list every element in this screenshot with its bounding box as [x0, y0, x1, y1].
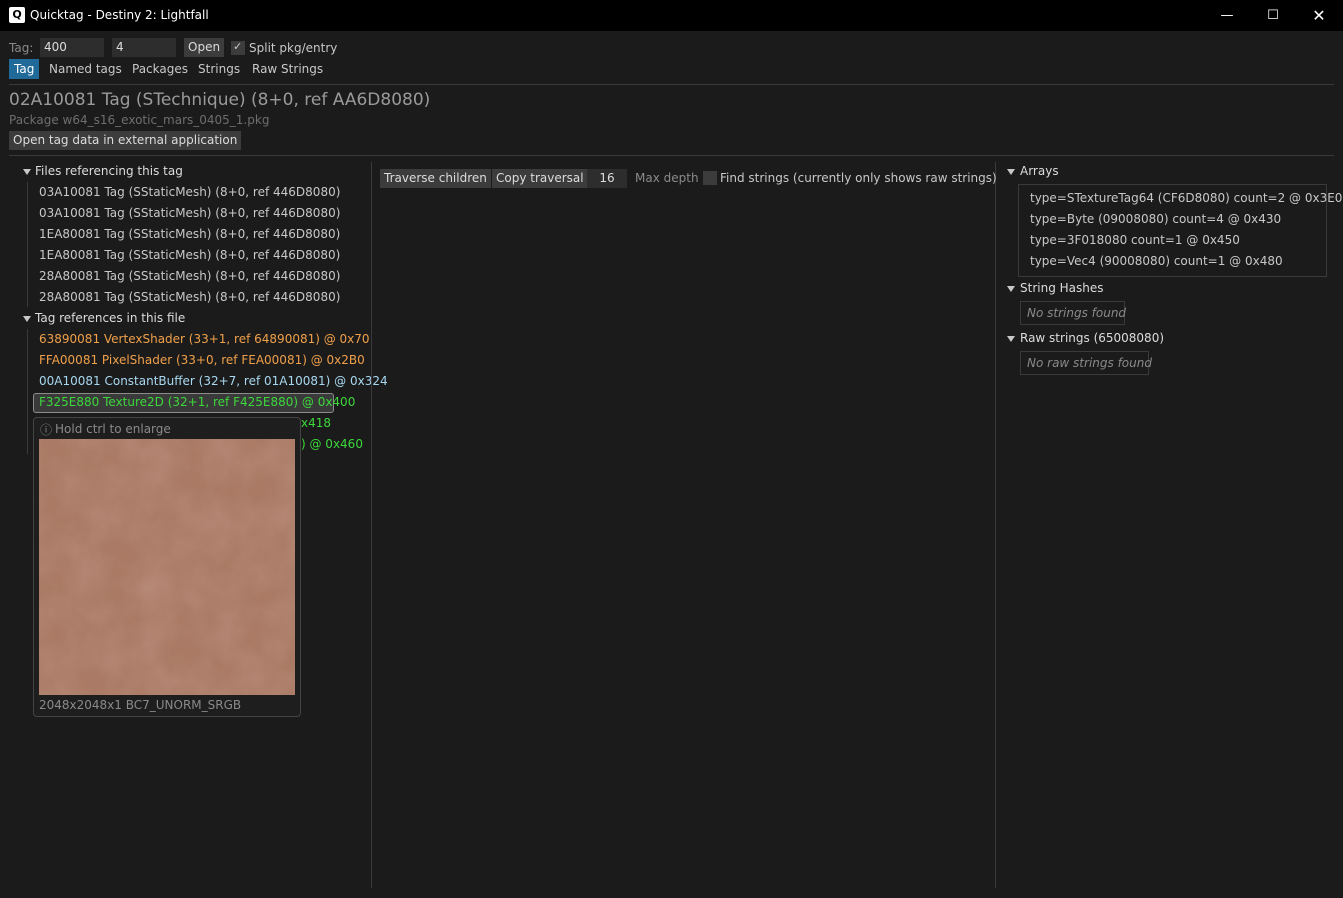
- arrays-header[interactable]: Arrays: [1020, 164, 1059, 178]
- files-referencing-header[interactable]: Files referencing this tag: [35, 164, 183, 178]
- list-item[interactable]: type=Vec4 (90008080) count=1 @ 0x480: [1030, 254, 1283, 268]
- tree-guide: [27, 329, 28, 454]
- chevron-down-icon[interactable]: [1007, 336, 1015, 342]
- copy-traversal-button[interactable]: Copy traversal: [492, 169, 588, 188]
- traverse-children-button[interactable]: Traverse children: [380, 169, 491, 188]
- list-item[interactable]: 28A80081 Tag (SStaticMesh) (8+0, ref 446…: [39, 290, 340, 304]
- list-item[interactable]: 1EA80081 Tag (SStaticMesh) (8+0, ref 446…: [39, 227, 340, 241]
- split-checkbox[interactable]: [231, 40, 245, 55]
- chevron-down-icon[interactable]: [1007, 169, 1015, 175]
- tab-named-tags[interactable]: Named tags: [44, 59, 127, 79]
- tab-tag[interactable]: Tag: [9, 59, 40, 79]
- tag-references-header[interactable]: Tag references in this file: [35, 311, 185, 325]
- tag-label: Tag:: [9, 41, 34, 55]
- list-item[interactable]: 03A10081 Tag (SStaticMesh) (8+0, ref 446…: [39, 185, 340, 199]
- list-item[interactable]: x418: [301, 416, 331, 430]
- list-item[interactable]: type=STextureTag64 (CF6D8080) count=2 @ …: [1030, 191, 1342, 205]
- texture-preview-tooltip: ⓘ Hold ctrl to enlarge 2048x2048x1 BC7_U…: [33, 417, 301, 717]
- raw-strings-header[interactable]: Raw strings (65008080): [1020, 331, 1164, 345]
- list-item[interactable]: 63890081 VertexShader (33+1, ref 6489008…: [39, 332, 370, 346]
- list-item-selected[interactable]: F325E880 Texture2D (32+1, ref F425E880) …: [39, 395, 355, 409]
- chevron-down-icon[interactable]: [23, 316, 31, 322]
- string-hashes-header[interactable]: String Hashes: [1020, 281, 1104, 295]
- list-item[interactable]: 03A10081 Tag (SStaticMesh) (8+0, ref 446…: [39, 206, 340, 220]
- find-strings-checkbox[interactable]: [703, 171, 717, 185]
- no-raw-strings-message: No raw strings found: [1020, 351, 1152, 375]
- list-item[interactable]: type=Byte (09008080) count=4 @ 0x430: [1030, 212, 1281, 226]
- list-item[interactable]: 28A80081 Tag (SStaticMesh) (8+0, ref 446…: [39, 269, 340, 283]
- minimize-icon[interactable]: —: [1204, 0, 1250, 31]
- tab-raw-strings[interactable]: Raw Strings: [247, 59, 328, 79]
- tree-guide: [27, 182, 28, 307]
- split-label: Split pkg/entry: [249, 41, 338, 55]
- panel-divider[interactable]: [995, 162, 996, 888]
- list-item[interactable]: 1EA80081 Tag (SStaticMesh) (8+0, ref 446…: [39, 248, 340, 262]
- title-bar: Q Quicktag - Destiny 2: Lightfall — ☐ ✕: [0, 0, 1343, 31]
- list-item[interactable]: type=3F018080 count=1 @ 0x450: [1030, 233, 1240, 247]
- list-item[interactable]: 00A10081 ConstantBuffer (32+7, ref 01A10…: [39, 374, 388, 388]
- package-name: Package w64_s16_exotic_mars_0405_1.pkg: [9, 113, 270, 127]
- divider: [9, 84, 1334, 85]
- app-icon: Q: [9, 7, 25, 23]
- list-item[interactable]: ) @ 0x460: [301, 437, 363, 451]
- open-external-button[interactable]: Open tag data in external application: [9, 131, 242, 150]
- max-depth-input[interactable]: 16: [587, 169, 627, 188]
- window-title: Quicktag - Destiny 2: Lightfall: [30, 8, 209, 22]
- panel-divider[interactable]: [371, 162, 372, 888]
- divider: [9, 155, 1334, 156]
- maximize-icon[interactable]: ☐: [1250, 0, 1296, 31]
- chevron-down-icon[interactable]: [23, 169, 31, 175]
- close-icon[interactable]: ✕: [1296, 0, 1342, 31]
- tooltip-hint: Hold ctrl to enlarge: [55, 422, 171, 436]
- find-strings-label: Find strings (currently only shows raw s…: [720, 171, 997, 185]
- entry-input[interactable]: 4: [112, 38, 176, 57]
- tab-packages[interactable]: Packages: [127, 59, 193, 79]
- chevron-down-icon[interactable]: [1007, 286, 1015, 292]
- tag-input[interactable]: 400: [40, 38, 104, 57]
- list-item[interactable]: FFA00081 PixelShader (33+0, ref FEA00081…: [39, 353, 365, 367]
- texture-info: 2048x2048x1 BC7_UNORM_SRGB: [39, 698, 242, 712]
- no-strings-message: No strings found: [1020, 301, 1126, 325]
- max-depth-label: Max depth: [635, 171, 699, 185]
- texture-preview-image: [39, 439, 295, 695]
- page-title: 02A10081 Tag (STechnique) (8+0, ref AA6D…: [9, 90, 431, 110]
- info-icon: ⓘ: [40, 423, 53, 437]
- tab-strings[interactable]: Strings: [193, 59, 245, 79]
- open-button[interactable]: Open: [184, 38, 225, 57]
